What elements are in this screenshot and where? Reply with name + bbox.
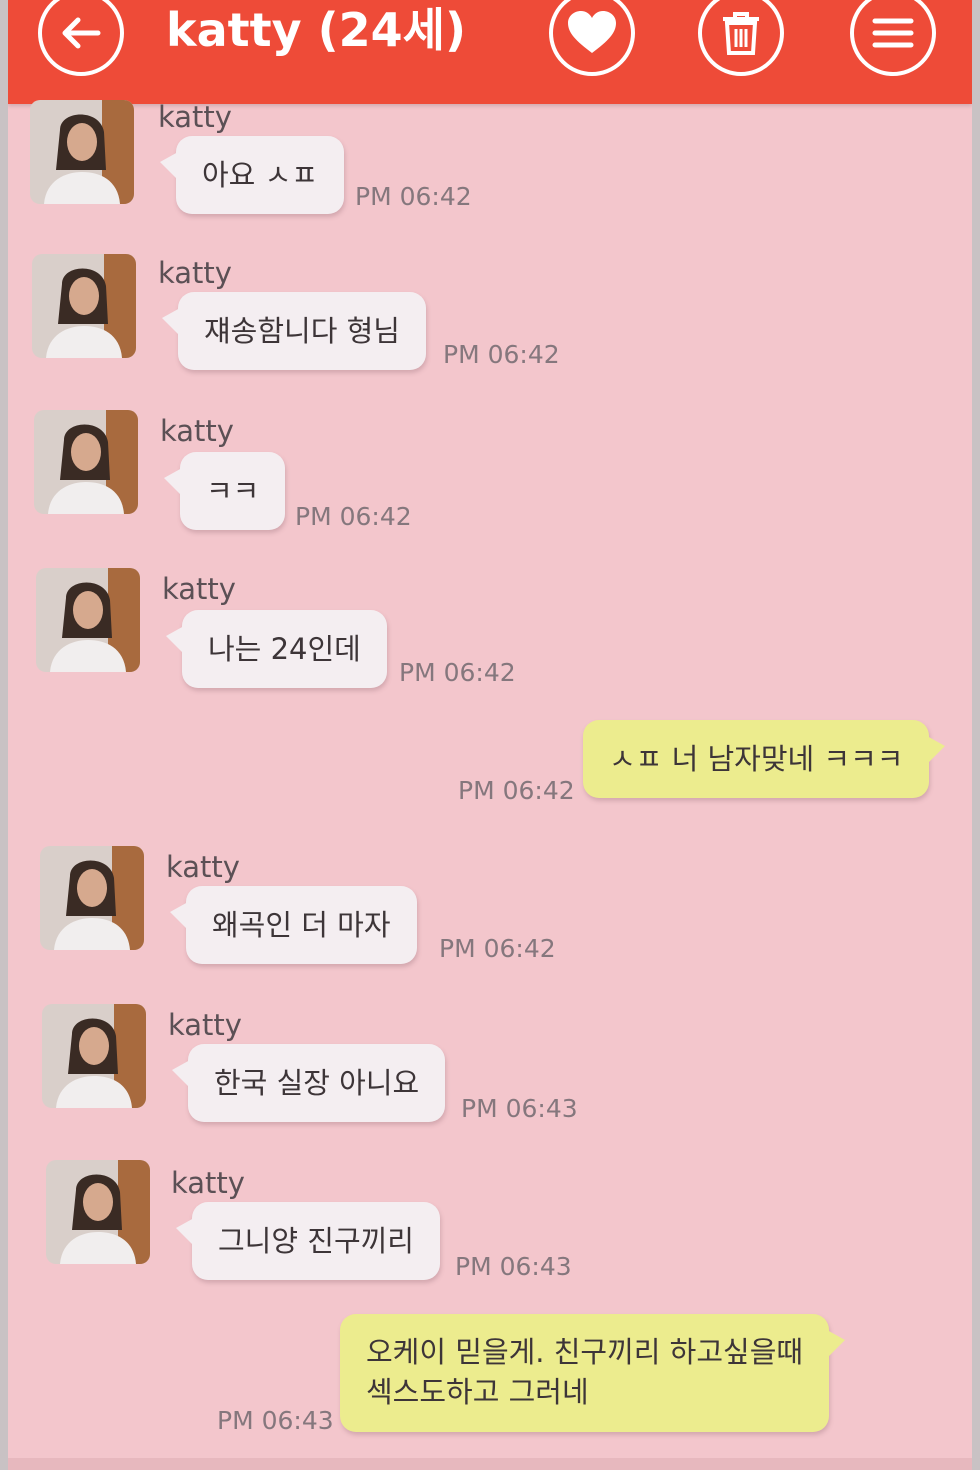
sender-name: katty [166,850,240,884]
page-title: katty (24세) [166,3,466,57]
message-bubble[interactable]: 오케이 믿을게. 친구끼리 하고싶을때 섹스도하고 그러네 [340,1314,846,1432]
back-arrow-icon [62,17,101,49]
sender-name: katty [162,572,236,606]
message-bubble[interactable]: ㅅㅍ 너 남자맞네 ㅋㅋㅋ [583,720,946,798]
avatar[interactable] [30,100,134,204]
message-bubble[interactable]: 왜곡인 더 마자 [170,886,417,964]
sender-name: katty [171,1166,245,1200]
delete-button[interactable] [698,0,784,76]
message-time: PM 06:43 [455,1252,572,1281]
message-time: PM 06:43 [461,1094,578,1123]
message-time: PM 06:42 [458,776,575,805]
avatar[interactable] [32,254,136,358]
input-bar-edge [8,1458,972,1470]
top-bar: katty (24세) [8,0,972,104]
message-time: PM 06:43 [217,1406,334,1435]
profile-photo-icon [30,100,134,204]
message-bubble[interactable]: 쟤송함니다 형님 [162,292,426,370]
message-bubble[interactable]: 나는 24인데 [166,610,387,688]
avatar[interactable] [42,1004,146,1108]
message-bubble[interactable]: 그니양 진구끼리 [176,1202,440,1280]
back-button[interactable] [38,0,124,76]
message-bubble[interactable]: ㅋㅋ [163,452,286,530]
menu-button[interactable] [850,0,936,76]
message-time: PM 06:42 [399,658,516,687]
message-time: PM 06:42 [295,502,412,531]
profile-photo-icon [42,1004,146,1108]
profile-photo-icon [36,568,140,672]
message-time: PM 06:42 [355,182,472,211]
profile-photo-icon [34,410,138,514]
avatar[interactable] [36,568,140,672]
trash-icon [723,12,759,55]
chat-screen: katty (24세) katty 아요 ㅅㅍ PM 06:42 katty 쟤… [8,0,972,1470]
avatar[interactable] [46,1160,150,1264]
profile-photo-icon [40,846,144,950]
heart-icon [568,11,616,53]
favorite-button[interactable] [549,0,635,76]
message-bubble[interactable]: 아요 ㅅㅍ [160,136,344,214]
menu-icon [872,18,914,48]
avatar[interactable] [40,846,144,950]
profile-photo-icon [46,1160,150,1264]
avatar[interactable] [34,410,138,514]
message-time: PM 06:42 [443,340,560,369]
sender-name: katty [158,256,232,290]
sender-name: katty [160,414,234,448]
sender-name: katty [158,100,232,134]
message-bubble[interactable]: 한국 실장 아니요 [171,1044,446,1122]
message-time: PM 06:42 [439,934,556,963]
profile-photo-icon [32,254,136,358]
sender-name: katty [168,1008,242,1042]
